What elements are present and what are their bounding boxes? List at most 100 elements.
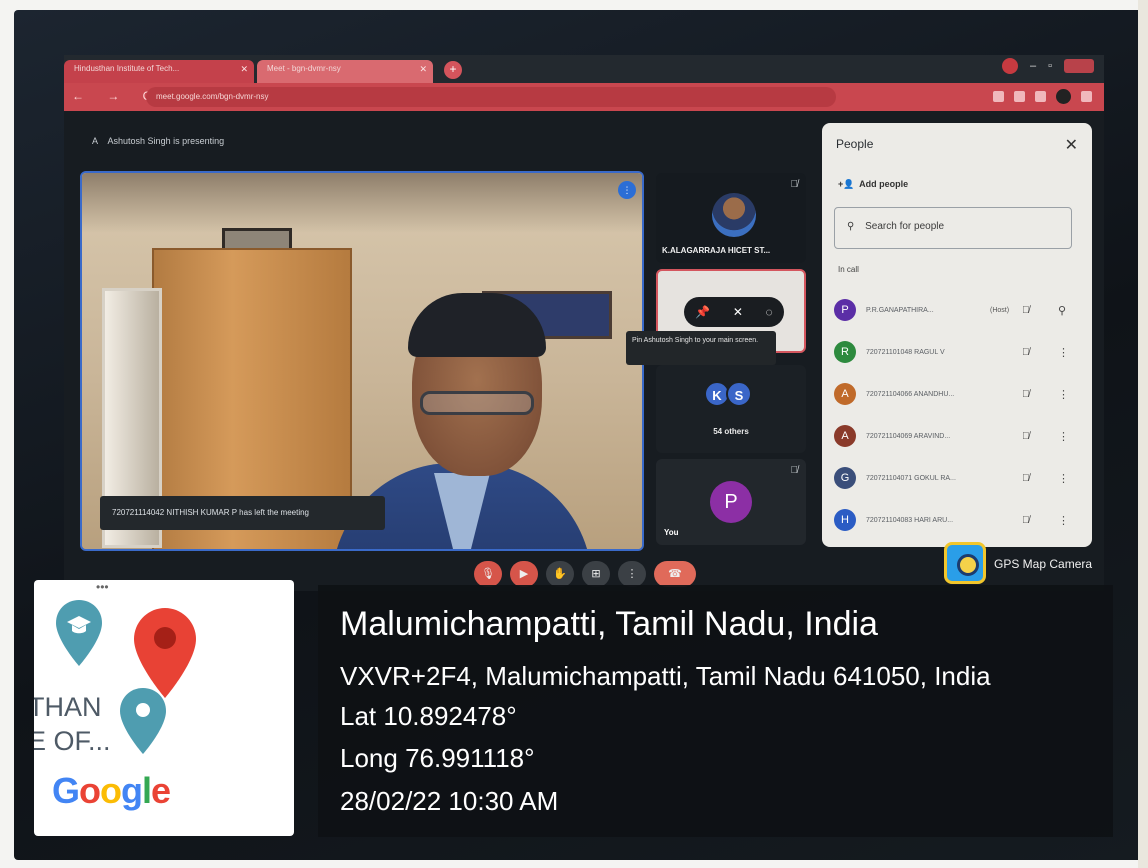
mic-off-icon: 🎙̸	[1022, 430, 1030, 442]
map-label-line2: E OF...	[34, 726, 111, 756]
participant-name: P.R.GANAPATHIRA...	[866, 306, 934, 314]
gps-map-camera-badge: GPS Map Camera	[944, 542, 1124, 586]
more-options-icon[interactable]: ⋮	[1058, 472, 1069, 485]
add-people-button[interactable]: +👤 Add people	[838, 179, 908, 190]
pin-icon[interactable]: ⚲	[1058, 304, 1066, 317]
in-call-heading: In call	[838, 265, 859, 274]
tab-label: Hindusthan Institute of Tech...	[74, 64, 180, 73]
paper-edge	[1138, 0, 1148, 868]
maximize-icon[interactable]: ▫	[1048, 60, 1052, 72]
list-item[interactable]: R 720721101048 RAGUL V 🎙̸ ⋮	[834, 331, 1084, 373]
new-tab-button[interactable]: +	[444, 61, 462, 79]
browser-tab-bar: Hindusthan Institute of Tech... ✕ Meet -…	[64, 55, 1104, 83]
mic-off-icon: 🎙̸	[1022, 514, 1030, 526]
raise-hand-icon[interactable]: ✋	[546, 561, 574, 587]
list-item[interactable]: P P.R.GANAPATHIRA... (Host) 🎙̸ ⚲	[834, 289, 1084, 331]
pin-tooltip: Pin Ashutosh Singh to your main screen.	[626, 331, 776, 365]
avatar: A	[834, 383, 856, 405]
profile-icon[interactable]	[1001, 58, 1018, 74]
map-dots: •••	[96, 580, 109, 594]
gps-app-name: GPS Map Camera	[994, 557, 1093, 571]
participant-tile-alagarraja[interactable]: 🎙̸ K.ALAGARRAJA HICET ST...	[656, 173, 806, 263]
list-item[interactable]: H 720721104083 HARI ARU... 🎙̸ ⋮	[834, 499, 1084, 541]
tab-institute[interactable]: Hindusthan Institute of Tech... ✕	[64, 60, 254, 83]
participant-name: 720721104066 ANANDHU...	[866, 390, 955, 398]
list-item[interactable]: A 720721104066 ANANDHU... 🎙̸ ⋮	[834, 373, 1084, 415]
presenter-glasses	[420, 391, 534, 415]
add-person-icon: +👤	[838, 179, 855, 189]
avatar: P	[710, 481, 752, 523]
avatar: A	[834, 425, 856, 447]
meet-window: A Ashutosh Singh is presenting ⋮ 7207211…	[64, 111, 1104, 591]
timestamp: 28/02/22 10:30 AM	[340, 786, 559, 816]
avatar-icon[interactable]	[1056, 89, 1071, 104]
left-meeting-toast: 720721114042 NITHISH KUMAR P has left th…	[100, 496, 385, 530]
mic-toggle-icon[interactable]: 🎙	[474, 561, 502, 587]
main-video-tile[interactable]: ⋮ 720721114042 NITHISH KUMAR P has left …	[80, 171, 644, 551]
google-letter: l	[142, 770, 152, 811]
school-pin-icon	[56, 600, 102, 666]
participant-name: 720721104071 GOKUL RA...	[866, 474, 956, 482]
window-controls: – ▫	[1001, 58, 1094, 74]
present-icon[interactable]: ⊞	[582, 561, 610, 587]
map-label-line1: THAN	[34, 692, 102, 722]
presenter-icon: A	[92, 136, 99, 146]
host-label: (Host)	[990, 306, 1010, 314]
address-line: VXVR+2F4, Malumichampatti, Tamil Nadu 64…	[340, 661, 991, 691]
mic-off-icon: 🎙̸	[1022, 304, 1030, 316]
longitude: Long 76.991118°	[340, 743, 535, 773]
others-tile[interactable]: K S 54 others	[656, 365, 806, 453]
tab-label: Meet - bgn-dvmr-nsy	[267, 64, 341, 73]
participant-name: 720721104069 ARAVIND...	[866, 432, 951, 440]
ceiling	[82, 173, 642, 233]
search-icon: ⚲	[847, 221, 855, 232]
google-letter: o	[100, 770, 122, 811]
more-options-icon[interactable]: ⋮	[1058, 430, 1069, 443]
close-icon[interactable]: ✕	[1065, 135, 1078, 155]
minimize-icon[interactable]: –	[1030, 60, 1036, 72]
mic-off-icon: 🎙̸	[790, 179, 799, 190]
list-item[interactable]: G 720721104071 GOKUL RA... 🎙̸ ⋮	[834, 457, 1084, 499]
google-logo: Google	[52, 770, 171, 812]
avatar: R	[834, 341, 856, 363]
url-field[interactable]: meet.google.com/bgn-dvmr-nsy	[146, 87, 836, 107]
avatar: G	[834, 467, 856, 489]
self-label: You	[664, 528, 679, 537]
tab-close-icon[interactable]: ✕	[240, 64, 248, 75]
camera-toggle-icon[interactable]: ▶	[510, 561, 538, 587]
google-letter: G	[52, 770, 80, 811]
participant-name: K.ALAGARRAJA HICET ST...	[662, 246, 771, 255]
call-controls: 🎙 ▶ ✋ ⊞ ⋮ ☎	[474, 561, 696, 587]
more-options-icon[interactable]: ⋮	[1058, 514, 1069, 527]
mic-off-icon: 🎙̸	[1022, 388, 1030, 400]
pin-icon[interactable]: 📌	[695, 305, 710, 319]
avatar: S	[726, 381, 752, 407]
avatar	[712, 193, 756, 237]
more-options-icon[interactable]: ⋮	[1058, 388, 1069, 401]
place-pin-icon	[120, 688, 166, 754]
self-tile[interactable]: 🎙̸ P You	[656, 459, 806, 545]
more-options-icon[interactable]: ⋮	[618, 561, 646, 587]
google-letter: e	[151, 770, 171, 811]
gps-camera-logo-icon	[944, 542, 986, 584]
more-options-icon[interactable]: ⋮	[1058, 346, 1069, 359]
menu-icon[interactable]	[1081, 91, 1092, 102]
people-search-input[interactable]: ⚲ Search for people	[834, 207, 1072, 249]
avatar: H	[834, 509, 856, 531]
end-call-icon[interactable]: ☎	[654, 561, 696, 587]
add-people-label: Add people	[859, 179, 909, 189]
people-panel: People ✕ +👤 Add people ⚲ Search for peop…	[822, 123, 1092, 547]
tab-close-icon[interactable]: ✕	[419, 64, 427, 75]
remove-icon[interactable]: ◌	[766, 305, 773, 319]
mic-off-icon: 🎙̸	[790, 465, 799, 476]
tab-meet[interactable]: Meet - bgn-dvmr-nsy ✕	[257, 60, 433, 83]
google-letter: g	[121, 770, 143, 811]
bookmark-icon[interactable]	[1035, 91, 1046, 102]
mute-icon[interactable]: ✕	[733, 305, 743, 319]
share-icon[interactable]	[993, 91, 1004, 102]
window-close-button[interactable]	[1064, 59, 1094, 73]
google-letter: o	[79, 770, 101, 811]
list-item[interactable]: A 720721104069 ARAVIND... 🎙̸ ⋮	[834, 415, 1084, 457]
audio-indicator-icon: ⋮	[618, 181, 636, 199]
extension-icon[interactable]	[1014, 91, 1025, 102]
